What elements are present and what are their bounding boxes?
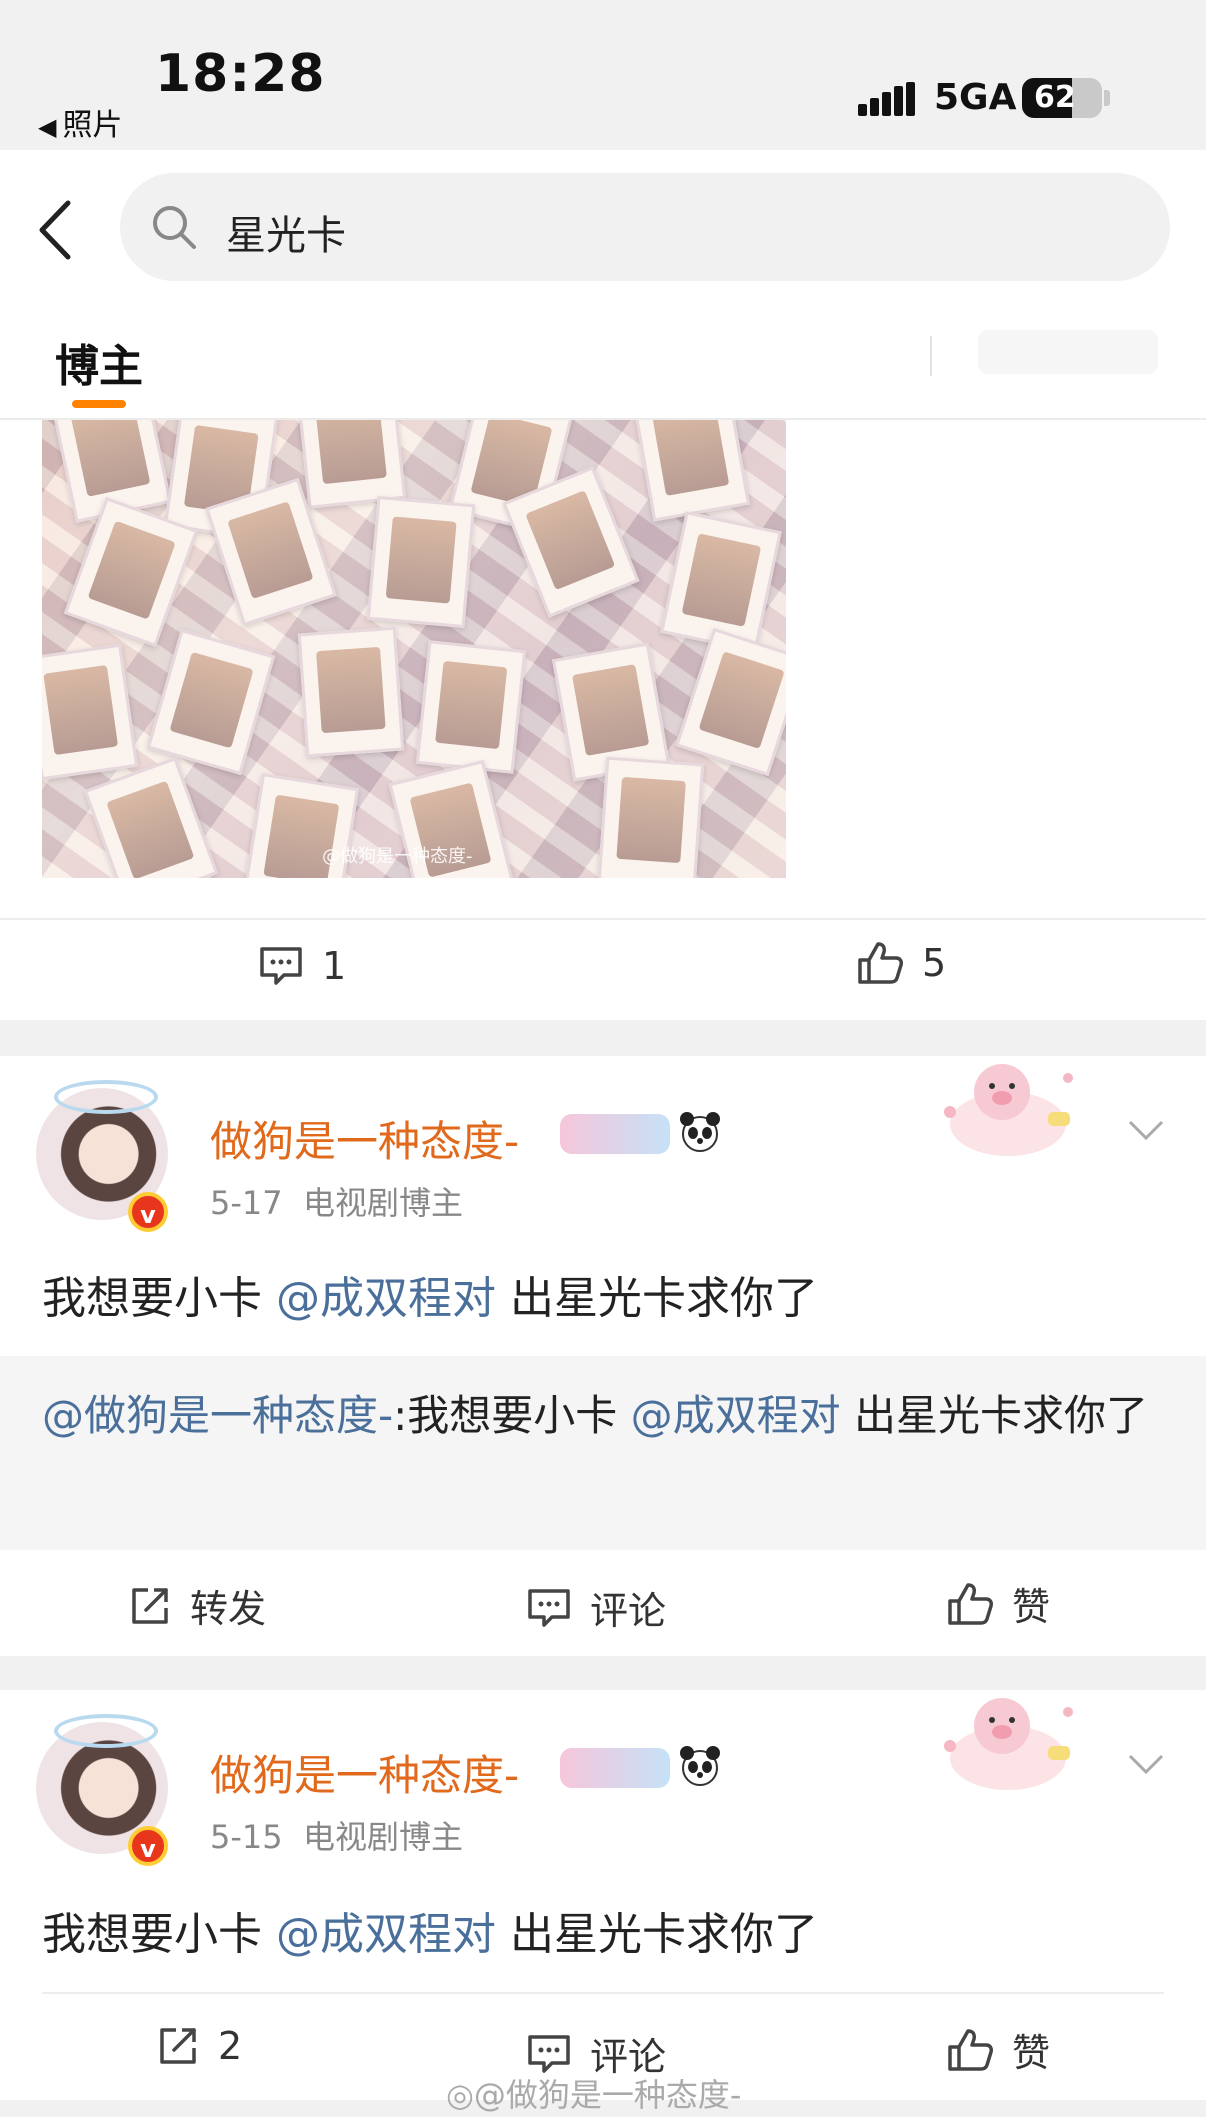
weibo-logo-icon: ◎ [446,2076,474,2114]
status-time: 18:28 [155,44,326,104]
post-date: 5-17 [210,1184,283,1222]
like-count: 5 [922,941,947,985]
like-button[interactable]: 赞 [946,1576,1050,1631]
post-text-part: 我想要小卡 [42,1909,276,1960]
back-triangle-icon: ◀ [38,113,57,141]
post-text: 我想要小卡 @成双程对 出星光卡求你了 [42,1262,818,1326]
comment-label: 评论 [590,1589,667,1633]
like-button[interactable]: 5 [856,940,946,986]
author-role: 电视剧博主 [302,1818,463,1856]
repost-button[interactable]: 转发 [128,1578,266,1633]
signal-icon [858,82,915,116]
repost-quote-text: @做狗是一种态度-:我想要小卡 @成双程对 出星光卡求你了 [42,1384,1162,1448]
thumbs-up-icon [948,1582,993,1625]
comment-count: 1 [322,944,347,988]
post1-action-divider [0,918,1206,920]
watermark-text: @做狗是一种态度- [473,2076,742,2114]
comment-button[interactable]: 1 [258,944,346,988]
verified-badge-icon: v [128,1192,168,1232]
comment-icon [528,2034,570,2073]
photocard [146,628,276,776]
comment-icon [528,1588,570,1627]
post-text-part: 出星光卡求你了 [496,1909,818,1960]
chevron-down-icon[interactable] [1126,1752,1166,1776]
panda-icon [680,1746,720,1786]
network-type: 5GA [934,77,1017,118]
author-role: 电视剧博主 [302,1184,463,1222]
post-text-part: 出星光卡求你了 [496,1273,818,1324]
image-watermark: @做狗是一种态度- [322,846,473,867]
repost-label: 转发 [190,1587,267,1631]
author-name[interactable]: 做狗是一种态度- [210,1742,519,1803]
tab-active-indicator [72,400,126,408]
mention-link[interactable]: @成双程对 [276,1909,496,1960]
mention-link[interactable]: @成双程对 [631,1391,841,1440]
search-icon [153,206,196,249]
panda-icon [680,1112,720,1152]
repost-count: 2 [218,2024,243,2068]
photocard [631,420,751,522]
repost-icon [160,2028,196,2064]
photocard [295,420,407,509]
weibo-watermark: ◎@做狗是一种态度- [446,2070,741,2116]
tab-divider [930,336,932,376]
pig-sticker-icon [944,1698,1073,1790]
quote-author-link[interactable]: @做狗是一种态度- [42,1391,393,1440]
battery-level: 62 [1034,80,1076,115]
quote-text-part: 出星光卡求你了 [840,1391,1149,1440]
photocard [366,495,476,629]
photocard [675,627,786,777]
tab-filter-faded[interactable] [978,330,1158,374]
quote-text-part: :我想要小卡 [393,1391,631,1440]
verified-badge-icon: v [128,1826,168,1866]
post-text-part: 我想要小卡 [42,1273,276,1324]
fan-badge-icon [560,1114,670,1154]
battery-icon: 62 [1022,78,1102,118]
search-query: 星光卡 [226,213,346,259]
repost-icon [132,1587,168,1624]
post-meta: 5-17 电视剧博主 [210,1178,463,1224]
comment-icon [260,947,302,985]
thumbs-up-icon [948,2028,993,2071]
like-button[interactable]: 赞 [946,2022,1050,2077]
post-date: 5-15 [210,1818,283,1856]
post-meta: 5-15 电视剧博主 [210,1812,463,1858]
avatar[interactable]: v [36,1714,168,1866]
fan-badge-icon [560,1748,670,1788]
author-name[interactable]: 做狗是一种态度- [210,1108,519,1169]
comment-button[interactable]: 评论 [526,1580,666,1635]
avatar[interactable]: v [36,1080,168,1232]
thumbs-up-icon [858,942,903,984]
post-image[interactable]: @做狗是一种态度- [42,420,786,878]
photocard [83,756,219,878]
tab-blogger[interactable]: 博主 [55,330,143,394]
photocard [297,626,405,758]
pig-sticker-icon [944,1064,1073,1156]
mention-link[interactable]: @成双程对 [276,1273,496,1324]
chevron-down-icon[interactable] [1126,1118,1166,1142]
back-to-app-link[interactable]: ◀ 照片 [38,100,122,144]
halo-decoration [54,1080,158,1114]
photocard [597,756,705,878]
post3-action-divider [42,1992,1164,1994]
photocard [42,643,139,781]
battery-tip [1104,90,1110,106]
post-text: 我想要小卡 @成双程对 出星光卡求你了 [42,1898,818,1962]
like-label: 赞 [1012,1585,1051,1629]
photocard [415,640,527,774]
like-label: 赞 [1012,2031,1051,2075]
repost-button[interactable]: 2 [156,2024,242,2068]
halo-decoration [54,1714,158,1748]
back-arrow-icon[interactable] [30,195,80,265]
back-app-label: 照片 [62,108,123,143]
